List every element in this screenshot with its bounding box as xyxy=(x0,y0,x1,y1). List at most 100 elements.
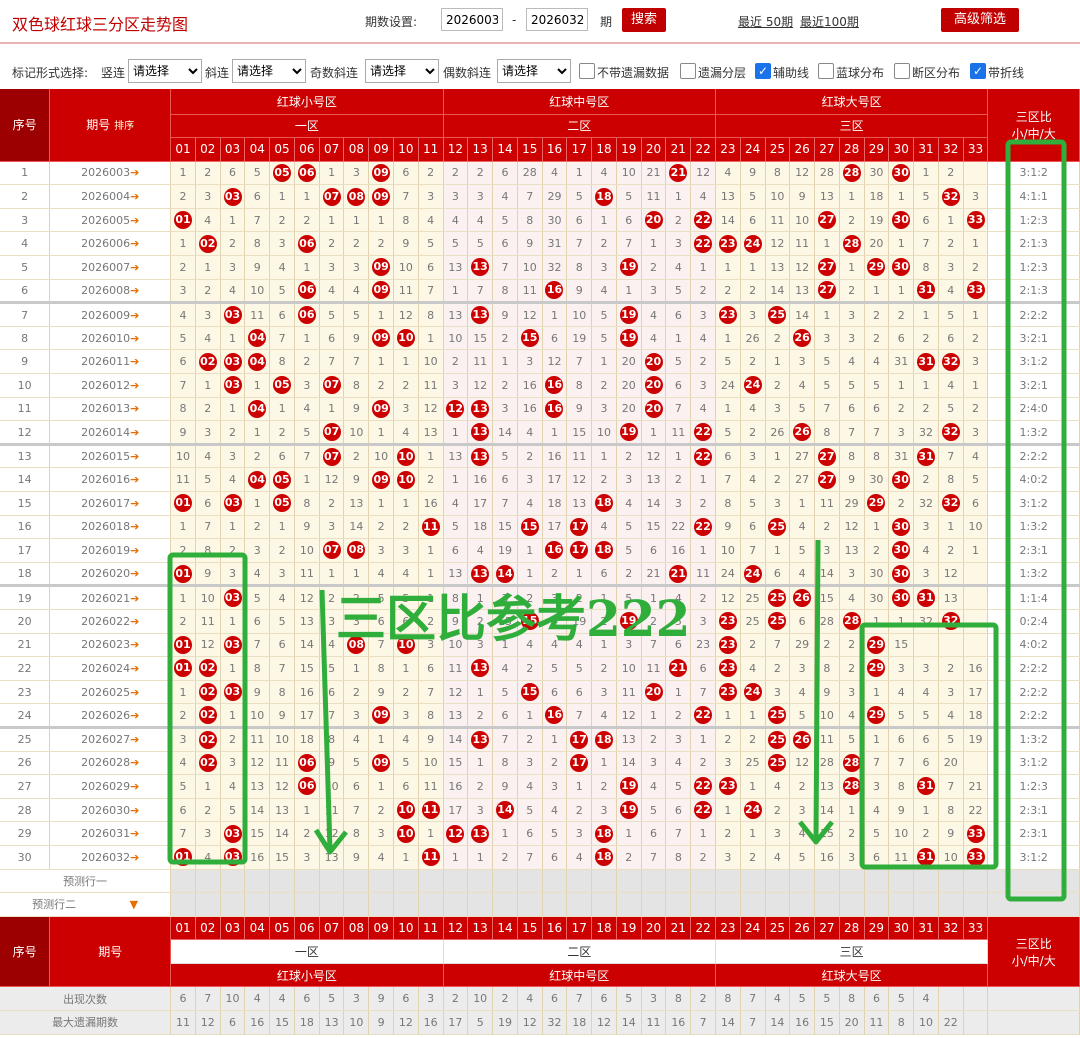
predict-cell[interactable] xyxy=(888,869,915,894)
omission-cell[interactable]: 3 xyxy=(393,397,419,422)
omission-cell[interactable]: 2 xyxy=(517,442,543,469)
omission-cell[interactable]: 32 xyxy=(913,491,939,516)
omission-cell[interactable]: 14 xyxy=(715,208,741,233)
omission-cell[interactable]: 10 xyxy=(393,255,419,280)
omission-cell[interactable]: 9 xyxy=(195,562,221,587)
row-period[interactable]: 2026019➔ xyxy=(49,538,172,563)
cell-03[interactable]: 03 xyxy=(220,584,246,610)
omission-cell[interactable]: 6 xyxy=(393,609,419,634)
omission-cell[interactable]: 7 xyxy=(641,633,667,658)
row-period[interactable]: 2026024➔ xyxy=(49,656,172,681)
cell-28[interactable]: 28 xyxy=(839,751,865,776)
cell-13[interactable]: 13 xyxy=(467,725,494,752)
omission-cell[interactable]: 1 xyxy=(517,538,543,563)
omission-cell[interactable]: 4 xyxy=(641,326,667,351)
omission-cell[interactable]: 2 xyxy=(913,397,939,422)
omission-cell[interactable]: 1 xyxy=(368,349,395,375)
omission-cell[interactable]: 9 xyxy=(938,821,964,846)
omission-cell[interactable]: 2 xyxy=(715,821,741,846)
omission-cell[interactable]: 1 xyxy=(244,491,271,516)
omission-cell[interactable]: 5 xyxy=(789,703,816,728)
omission-cell[interactable]: 1 xyxy=(715,326,741,351)
omission-cell[interactable]: 5 xyxy=(319,656,345,681)
cell-16[interactable]: 16 xyxy=(542,397,568,422)
omission-cell[interactable]: 2 xyxy=(368,231,395,257)
recent-50-link[interactable]: 最近 50期 xyxy=(738,13,793,30)
cell-18[interactable]: 18 xyxy=(591,491,617,516)
omission-cell[interactable]: 12 xyxy=(616,703,642,728)
omission-cell[interactable]: 2 xyxy=(938,231,964,257)
omission-cell[interactable]: 5 xyxy=(864,373,890,398)
omission-cell[interactable]: 12 xyxy=(517,301,543,327)
omission-cell[interactable]: 24 xyxy=(715,373,741,398)
omission-cell[interactable]: 27 xyxy=(789,467,816,492)
omission-cell[interactable]: 3 xyxy=(220,255,246,280)
omission-cell[interactable]: 5 xyxy=(492,442,518,469)
omission-cell[interactable]: 2 xyxy=(418,609,444,634)
omission-cell[interactable]: 2 xyxy=(888,397,915,422)
omission-cell[interactable]: 1 xyxy=(616,821,642,846)
omission-cell[interactable]: 28 xyxy=(517,161,543,186)
cell-09[interactable]: 09 xyxy=(368,397,395,422)
omission-cell[interactable]: 21 xyxy=(641,161,667,186)
omission-cell[interactable]: 2 xyxy=(368,798,395,823)
omission-cell[interactable]: 4 xyxy=(938,373,964,398)
omission-cell[interactable]: 30 xyxy=(542,208,568,233)
cell-04[interactable]: 04 xyxy=(244,467,271,492)
cell-18[interactable]: 18 xyxy=(591,538,617,563)
search-button[interactable]: 搜索 xyxy=(622,8,666,32)
omission-cell[interactable]: 4 xyxy=(641,301,667,327)
predict-cell[interactable] xyxy=(566,892,593,917)
omission-cell[interactable]: 3 xyxy=(591,397,617,422)
omission-cell[interactable]: 4 xyxy=(913,680,939,705)
omission-cell[interactable] xyxy=(913,633,939,658)
cell-06[interactable]: 06 xyxy=(294,231,320,257)
cell-25[interactable]: 25 xyxy=(765,584,791,610)
cell-26[interactable]: 26 xyxy=(789,420,816,445)
omission-cell[interactable]: 6 xyxy=(641,821,667,846)
omission-cell[interactable]: 30 xyxy=(864,467,890,492)
omission-cell[interactable]: 2 xyxy=(319,584,345,610)
omission-cell[interactable]: 8 xyxy=(418,301,444,327)
advanced-filter-button[interactable]: 高级筛选 xyxy=(941,8,1019,32)
row-period[interactable]: 2026011➔ xyxy=(49,349,172,375)
omission-cell[interactable]: 2 xyxy=(195,798,221,823)
omission-cell[interactable]: 1 xyxy=(368,301,395,327)
omission-cell[interactable]: 5 xyxy=(542,656,568,681)
omission-cell[interactable]: 9 xyxy=(368,680,395,705)
omission-cell[interactable]: 2 xyxy=(616,442,642,469)
cell-03[interactable]: 03 xyxy=(220,349,246,375)
cell-09[interactable]: 09 xyxy=(368,279,395,304)
omission-cell[interactable]: 7 xyxy=(566,231,593,257)
cell-03[interactable]: 03 xyxy=(220,301,246,327)
omission-cell[interactable]: 2 xyxy=(195,279,221,304)
cell-12[interactable]: 12 xyxy=(443,821,469,846)
omission-cell[interactable]: 4 xyxy=(765,845,791,870)
omission-cell[interactable] xyxy=(938,633,964,658)
omission-cell[interactable]: 2 xyxy=(765,467,791,492)
omission-cell[interactable]: 6 xyxy=(244,184,271,209)
omission-cell[interactable]: 12 xyxy=(765,231,791,257)
cell-04[interactable]: 04 xyxy=(244,349,271,375)
cell-01[interactable]: 01 xyxy=(170,633,196,658)
omission-cell[interactable]: 3 xyxy=(319,609,345,634)
omission-cell[interactable]: 3 xyxy=(963,184,989,209)
cell-09[interactable]: 09 xyxy=(368,703,395,728)
omission-cell[interactable]: 1 xyxy=(319,208,345,233)
omission-cell[interactable]: 2 xyxy=(343,231,370,257)
cell-05[interactable]: 05 xyxy=(269,161,295,186)
omission-cell[interactable]: 8 xyxy=(443,584,469,610)
omission-cell[interactable]: 10 xyxy=(343,420,370,445)
omission-cell[interactable]: 7 xyxy=(913,231,939,257)
predict-cell[interactable] xyxy=(591,892,617,917)
omission-cell[interactable]: 4 xyxy=(665,255,692,280)
cell-22[interactable]: 22 xyxy=(690,231,716,257)
omission-cell[interactable]: 2 xyxy=(814,633,840,658)
omission-cell[interactable]: 3 xyxy=(765,821,791,846)
omission-cell[interactable]: 15 xyxy=(641,515,667,540)
omission-cell[interactable]: 1 xyxy=(566,562,593,587)
omission-cell[interactable]: 5 xyxy=(244,584,271,610)
omission-cell[interactable]: 9 xyxy=(418,725,444,752)
omission-cell[interactable]: 12 xyxy=(566,467,593,492)
omission-cell[interactable]: 1 xyxy=(467,845,494,870)
